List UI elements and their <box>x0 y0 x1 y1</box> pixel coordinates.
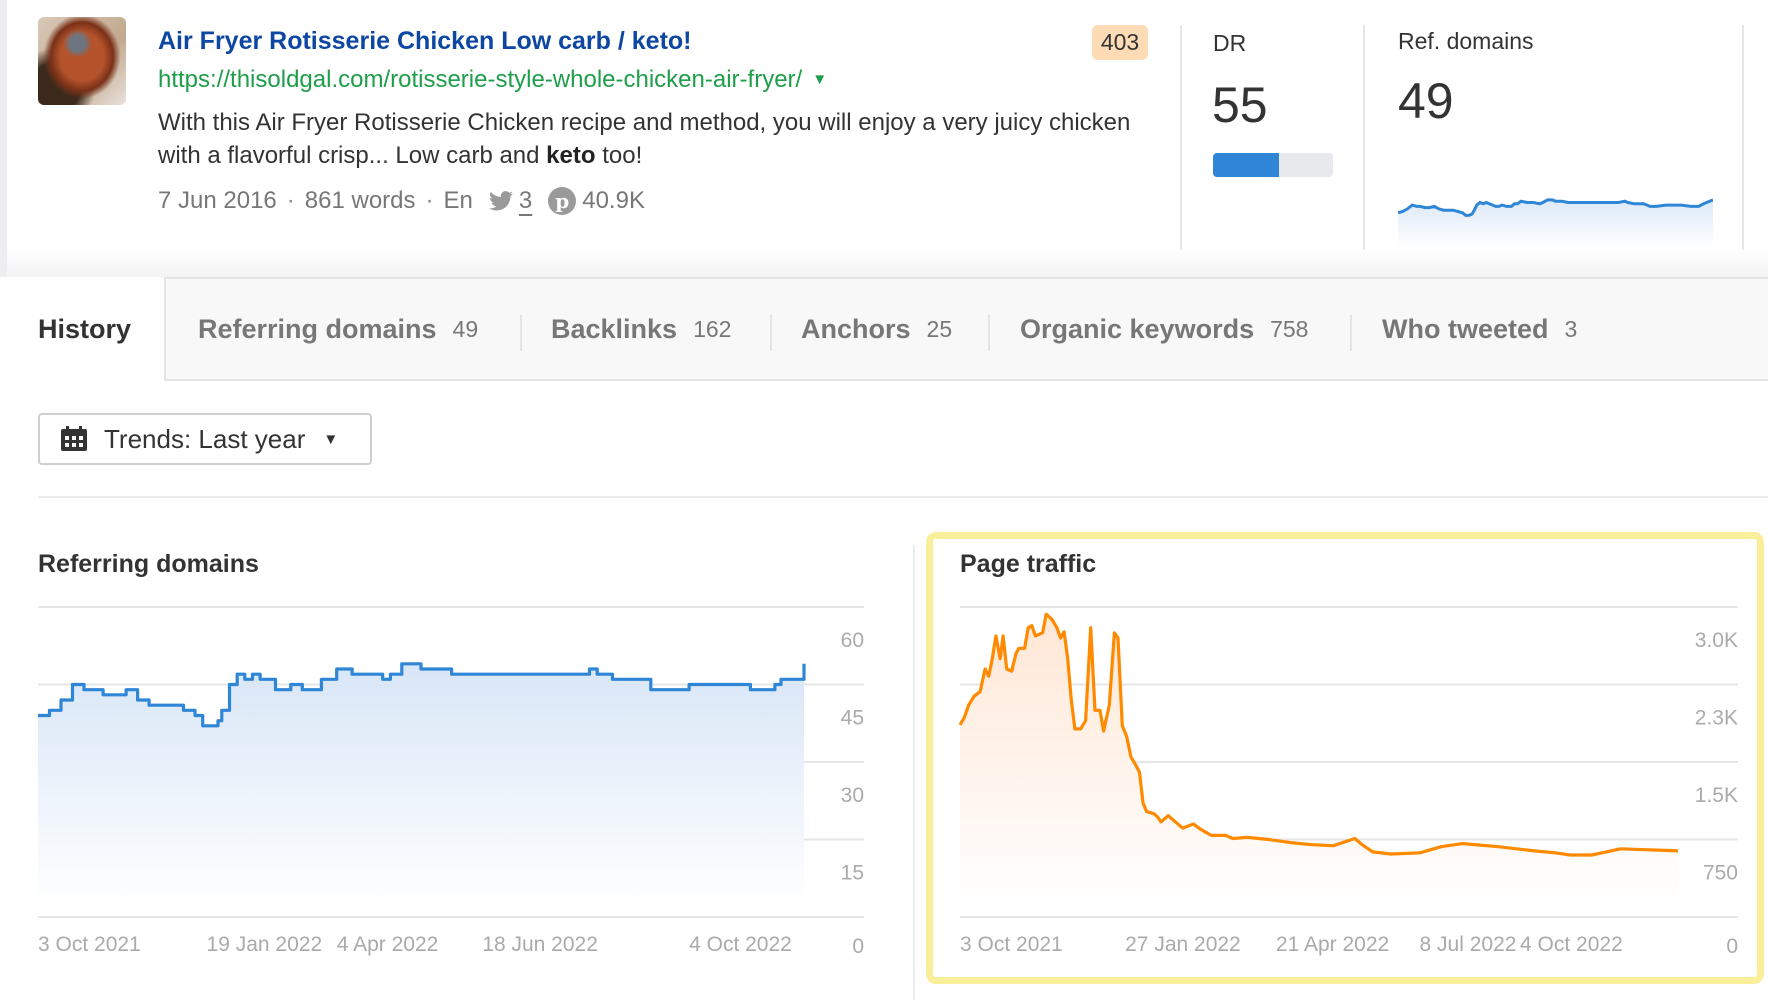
tab-label: History <box>38 313 132 344</box>
header-bottom-shadow <box>7 248 1768 278</box>
tab-label: Who tweeted <box>1382 313 1549 344</box>
series-area <box>38 663 804 909</box>
y-tick-label: 0 <box>1726 935 1738 958</box>
chart-divider <box>913 545 915 1000</box>
tab-anchors[interactable]: Anchors 25 <box>801 279 952 379</box>
tab-label: Backlinks <box>551 313 678 344</box>
tweet-count-link[interactable]: 3 <box>519 187 532 215</box>
y-tick-label: 0 <box>852 935 864 958</box>
tab-label: Organic keywords <box>1020 313 1255 344</box>
dr-value: 55 <box>1212 77 1268 133</box>
description-text: With this Air Fryer Rotisserie Chicken r… <box>158 109 1131 169</box>
x-tick-label: 4 Apr 2022 <box>337 933 439 956</box>
metrics-divider <box>1742 25 1744 250</box>
pin-count: 40.9K <box>582 187 645 214</box>
referring-domains-chart-title: Referring domains <box>38 550 259 578</box>
y-tick-label: 15 <box>841 862 864 885</box>
x-tick-label: 4 Oct 2022 <box>689 933 792 956</box>
tab-separator <box>1350 315 1352 351</box>
tab-count: 25 <box>926 315 953 342</box>
tab-count: 3 <box>1564 315 1578 342</box>
y-tick-label: 3.0K <box>1695 629 1738 652</box>
y-tick-label: 750 <box>1703 862 1738 885</box>
word-count: 861 words <box>304 187 416 214</box>
description-text-end: too! <box>595 142 643 169</box>
tab-count: 758 <box>1270 315 1309 342</box>
y-tick-label: 2.3K <box>1695 707 1738 730</box>
dr-label: DR <box>1213 30 1247 56</box>
tab-count: 162 <box>693 315 732 342</box>
chicken-thumbnail-image <box>38 17 126 105</box>
y-tick-label: 1.5K <box>1695 784 1738 807</box>
x-tick-label: 18 Jun 2022 <box>482 933 598 956</box>
metrics-divider <box>1180 25 1182 250</box>
result-url-text[interactable]: https://thisoldgal.com/rotisserie-style-… <box>158 66 802 93</box>
pinterest-icon: p <box>548 187 577 215</box>
trends-period-label: Trends: Last year <box>104 423 306 454</box>
tab-separator <box>988 315 990 351</box>
tab-separator <box>520 315 522 351</box>
tab-backlinks[interactable]: Backlinks 162 <box>551 279 731 379</box>
description-bold-keyword: keto <box>546 142 596 169</box>
tab-who-tweeted[interactable]: Who tweeted 3 <box>1382 279 1577 379</box>
caret-down-icon[interactable]: ▼ <box>812 71 827 88</box>
page-traffic-chart: 3.0K 2.3K 1.5K 750 0 3 Oct 2021 27 Jan 2022 21 … <box>958 606 1738 958</box>
dot-separator: · <box>425 187 434 214</box>
calendar-icon <box>61 426 87 451</box>
x-tick-label: 19 Jan 2022 <box>207 933 323 956</box>
x-tick-label: 27 Jan 2022 <box>1125 933 1241 956</box>
page-traffic-chart-title: Page traffic <box>960 550 1097 578</box>
dot-separator: · <box>286 187 295 214</box>
tab-label: Anchors <box>801 313 911 344</box>
caret-down-icon: ▼ <box>323 430 339 448</box>
x-tick-label: 4 Oct 2022 <box>1520 933 1623 956</box>
x-tick-label: 21 Apr 2022 <box>1276 933 1389 956</box>
section-separator <box>38 496 1768 498</box>
sparkline-area <box>1398 199 1713 248</box>
y-tick-label: 60 <box>841 629 864 652</box>
tab-separator <box>770 315 772 351</box>
result-url[interactable]: https://thisoldgal.com/rotisserie-style-… <box>158 66 827 94</box>
ref-domains-value: 49 <box>1398 73 1454 129</box>
tab-referring-domains[interactable]: Referring domains 49 <box>198 279 478 379</box>
ref-domains-sparkline <box>1398 198 1713 248</box>
y-tick-label: 30 <box>841 784 864 807</box>
metrics-divider <box>1363 25 1365 250</box>
tab-history[interactable]: History <box>0 277 166 381</box>
dr-progress-fill <box>1213 153 1279 177</box>
tab-organic-keywords[interactable]: Organic keywords 758 <box>1020 279 1308 379</box>
result-meta-row: 7 Jun 2016 · 861 words · En 3 p 40.9K <box>158 187 645 215</box>
twitter-icon <box>488 191 513 211</box>
dr-progress-bar <box>1213 153 1333 177</box>
publish-date: 7 Jun 2016 <box>158 187 277 214</box>
tab-bar: History Referring domains 49 Backlinks 162… <box>0 277 1768 381</box>
trends-period-dropdown[interactable]: Trends: Last year ▼ <box>38 413 372 465</box>
status-code-badge: 403 <box>1092 25 1148 60</box>
result-description: With this Air Fryer Rotisserie Chicken r… <box>158 106 1158 172</box>
y-tick-label: 45 <box>841 707 864 730</box>
ref-domains-label: Ref. domains <box>1398 28 1534 54</box>
tab-count: 49 <box>452 315 479 342</box>
x-tick-label: 8 Jul 2022 <box>1420 933 1517 956</box>
language: En <box>443 187 473 214</box>
x-tick-label: 3 Oct 2021 <box>960 933 1063 956</box>
x-tick-label: 3 Oct 2021 <box>38 933 141 956</box>
left-edge-strip <box>0 0 7 278</box>
tab-label: Referring domains <box>198 313 437 344</box>
referring-domains-chart: 60 45 30 15 0 3 Oct 2021 19 Jan 2022 4 Apr 2022… <box>38 606 864 958</box>
result-title-link[interactable]: Air Fryer Rotisserie Chicken Low carb / … <box>158 27 692 56</box>
